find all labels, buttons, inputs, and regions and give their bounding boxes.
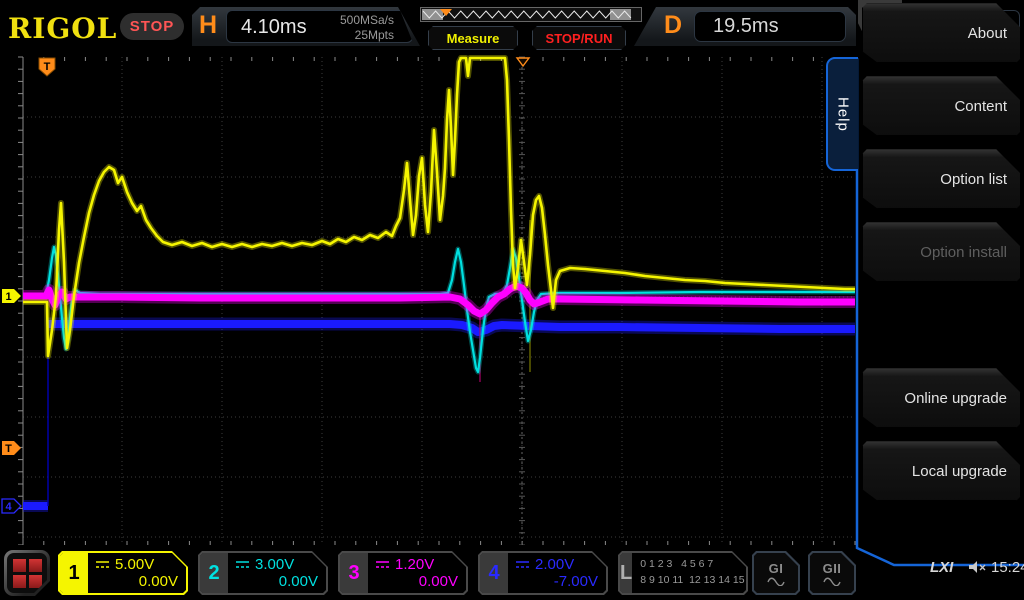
stop-run-button[interactable]: STOP/RUN [532,26,626,50]
run-state-badge: STOP [120,13,184,40]
sine-wave-icon [823,577,841,586]
help-menu-tab[interactable]: Help [826,57,858,171]
channel-2-offset: 0.00V [235,573,318,590]
svg-text:1: 1 [5,291,11,303]
channel-4-scale: 2.00V [535,556,574,573]
channel-1-number: 1 [60,553,88,593]
menu-item-online-upgrade[interactable]: Online upgrade [862,368,1021,428]
generator-1-button[interactable]: GI [752,551,800,595]
stop-run-label: STOP/RUN [546,31,613,46]
timebase-box[interactable]: 4.10ms 500MSa/s 25Mpts [226,10,413,43]
menu-item-label: Option install [920,244,1007,261]
channel-1-offset: 0.00V [95,573,178,590]
dc-coupling-icon [515,560,530,569]
menu-item-label: Content [954,98,1007,115]
logic-row-0-7: 0 1 2 3 4 5 6 7 [640,557,744,573]
scope-canvas: T 1 T 4 [0,55,858,545]
channel-1-scale: 5.00V [115,556,154,573]
svg-text:T: T [5,443,12,455]
menu-item-label: Online upgrade [904,390,1007,407]
waveform-preview-bar[interactable] [420,7,642,22]
dc-coupling-icon [95,560,110,569]
system-time: 15:24 [991,559,1024,576]
sine-wave-icon [767,577,785,586]
menu-item-label: Local upgrade [912,463,1007,480]
generator-2-label: GII [823,561,842,576]
waveform-display[interactable]: T 1 T 4 [0,55,858,545]
generator-2-button[interactable]: GII [808,551,856,595]
delay-box[interactable]: 19.5ms [694,11,846,42]
measure-button[interactable]: Measure [428,26,518,50]
channel-status-bar: 1 5.00V 0.00V 2 [0,545,1024,600]
delay-value: 19.5ms [713,15,779,38]
help-tab-label: Help [835,97,852,132]
sound-muted-icon [966,557,988,577]
channel-4-offset: -7.00V [515,573,598,590]
menu-item-label: About [968,25,1007,42]
menu-item-option-list[interactable]: Option list [862,149,1021,209]
channel-3-scale: 1.20V [395,556,434,573]
sample-rate: 500MSa/s [340,13,394,28]
quick-menu-icon [7,553,47,593]
dc-coupling-icon [375,560,390,569]
rigol-logo: RIGOL [8,12,117,45]
channel-3-number: 3 [340,553,368,593]
menu-item-about[interactable]: About [862,3,1021,63]
delay-d-label: D [664,11,682,40]
measure-label: Measure [447,31,500,46]
menu-item-label: Option list [940,171,1007,188]
menu-item-option-install[interactable]: Option install [862,222,1021,282]
generator-1-label: GI [769,561,784,576]
quick-menu-button[interactable] [4,550,50,596]
channel-2-button[interactable]: 2 3.00V 0.00V [198,551,328,595]
timebase-value: 4.10ms [241,16,307,39]
menu-item-local-upgrade[interactable]: Local upgrade [862,441,1021,501]
channel-3-button[interactable]: 3 1.20V 0.00V [338,551,468,595]
logic-label: L [620,553,632,593]
dc-coupling-icon [235,560,250,569]
preview-zigzag [421,8,641,21]
channel-2-scale: 3.00V [255,556,294,573]
menu-item-content[interactable]: Content [862,76,1021,136]
memory-depth: 25Mpts [340,28,394,43]
svg-text:4: 4 [5,501,12,513]
horizontal-panel: H 4.10ms 500MSa/s 25Mpts [192,7,420,46]
logic-channels-button[interactable]: L 0 1 2 3 4 5 6 7 8 9 10 11 12 13 14 15 [618,551,748,595]
svg-text:T: T [44,61,51,73]
logic-row-8-15: 8 9 10 11 12 13 14 15 [640,573,744,589]
channel-3-offset: 0.00V [375,573,458,590]
channel-4-number: 4 [480,553,508,593]
run-state-label: STOP [130,18,175,35]
menu-panel [856,55,1024,600]
channel-1-button[interactable]: 1 5.00V 0.00V [58,551,188,595]
oscilloscope-screen: RIGOL STOP H 4.10ms 500MSa/s 25Mpts Meas… [0,0,1024,600]
delay-panel: D 19.5ms [634,7,856,46]
horizontal-h-label: H [199,11,217,40]
channel-2-number: 2 [200,553,228,593]
lxi-status: LXI [930,559,953,576]
channel-4-button[interactable]: 4 2.00V -7.00V [478,551,608,595]
